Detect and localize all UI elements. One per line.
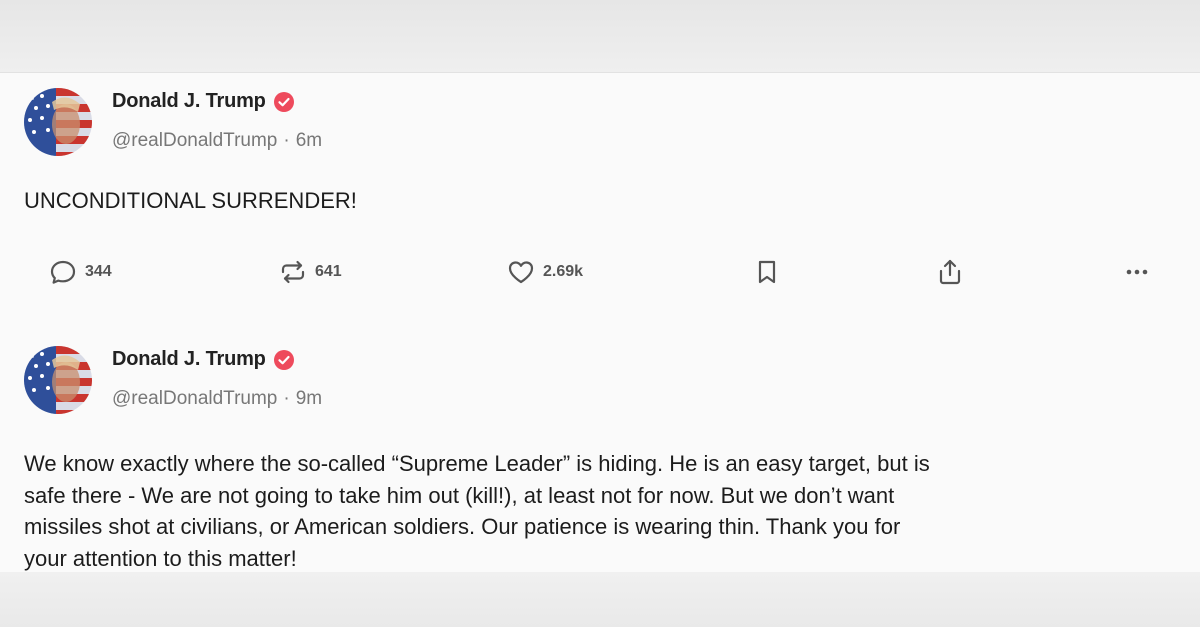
handle-row: @realDonaldTrump · 6m <box>112 130 322 152</box>
share-icon <box>939 259 961 285</box>
top-background <box>0 0 1200 72</box>
avatar-image <box>24 88 92 156</box>
more-options-button[interactable] <box>1122 252 1152 292</box>
post-2: Donald J. Trump @realDonaldTrump · 9m We k… <box>0 330 1200 572</box>
heart-icon <box>508 261 534 284</box>
display-name[interactable]: Donald J. Trump <box>112 90 266 113</box>
handle[interactable]: @realDonaldTrump <box>112 130 277 151</box>
handle[interactable]: @realDonaldTrump <box>112 388 277 409</box>
timestamp[interactable]: 6m <box>296 130 322 151</box>
post-1: Donald J. Trump @realDonaldTrump · 6m UNCO… <box>0 72 1200 330</box>
reply-count: 344 <box>85 263 112 280</box>
post-text-line: your attention to this matter! <box>24 545 297 571</box>
post-text-line: safe there - We are not going to take hi… <box>24 482 895 508</box>
timestamp[interactable]: 9m <box>296 388 322 409</box>
separator: · <box>283 130 290 151</box>
post-text: We know exactly where the so-called “Sup… <box>24 448 1174 574</box>
share-button[interactable] <box>935 252 965 292</box>
post-text: UNCONDITIONAL SURRENDER! <box>24 188 357 213</box>
author-row: Donald J. Trump <box>112 90 294 113</box>
separator: · <box>283 388 290 409</box>
bookmark-icon <box>758 260 776 284</box>
verified-badge-icon <box>273 349 294 370</box>
reply-icon <box>50 260 76 284</box>
author-row: Donald J. Trump <box>112 348 294 371</box>
avatar[interactable] <box>24 88 92 156</box>
more-icon <box>1126 269 1148 275</box>
post-text-line: We know exactly where the so-called “Sup… <box>24 451 930 476</box>
reply-button[interactable]: 344 <box>48 252 112 292</box>
like-count: 2.69k <box>543 263 584 280</box>
repost-count: 641 <box>315 263 342 280</box>
display-name[interactable]: Donald J. Trump <box>112 348 266 371</box>
repost-button[interactable]: 641 <box>278 252 342 292</box>
avatar[interactable] <box>24 346 92 414</box>
post-text-line: missiles shot at civilians, or American … <box>24 514 901 539</box>
bookmark-button[interactable] <box>752 252 782 292</box>
handle-row: @realDonaldTrump · 9m <box>112 388 322 410</box>
like-button[interactable]: 2.69k <box>506 252 583 292</box>
verified-badge-icon <box>273 91 294 112</box>
avatar-image <box>24 346 92 414</box>
bottom-background <box>0 572 1200 627</box>
repost-icon <box>281 260 305 284</box>
action-bar: 344 641 2.69k <box>0 252 1200 292</box>
